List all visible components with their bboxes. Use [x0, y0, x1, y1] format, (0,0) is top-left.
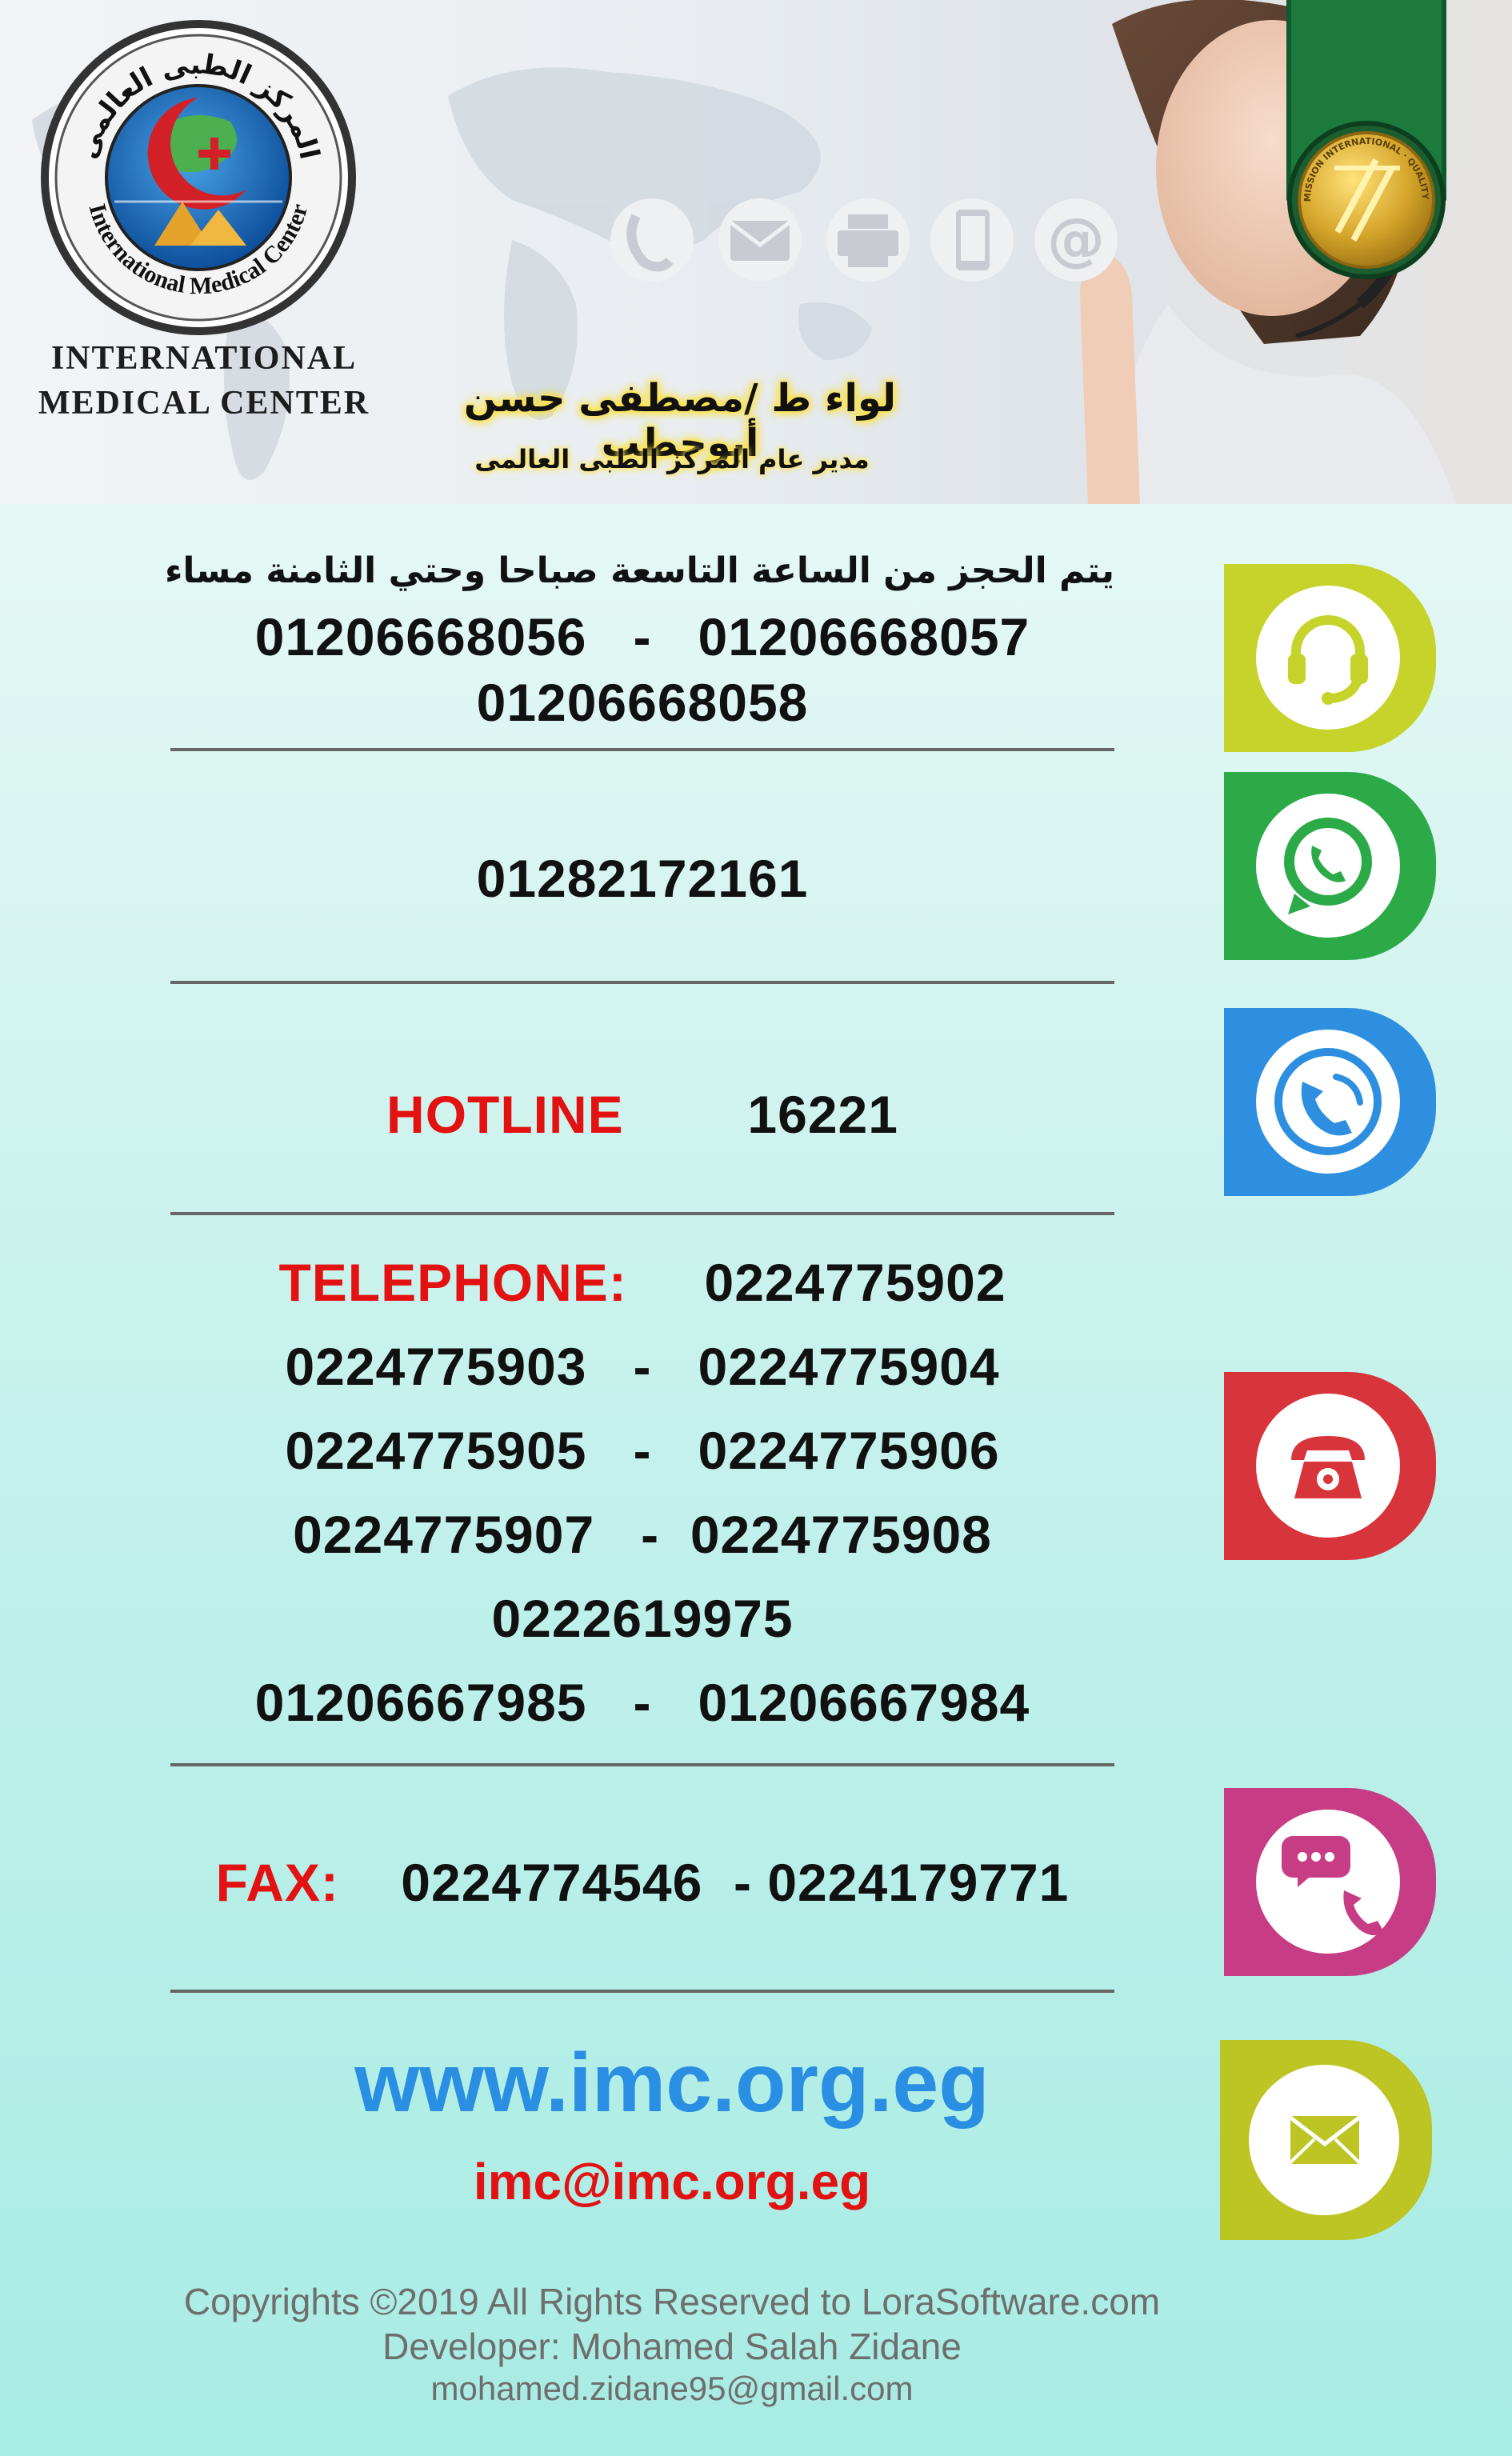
jci-accreditation-badge: JOINT COMMISSION INTERNATIONAL · QUALITY… — [1280, 0, 1446, 279]
developer-email[interactable]: mohamed.zidane95@gmail.com — [0, 2370, 1344, 2408]
phone-call-icon[interactable] — [1224, 1008, 1436, 1196]
telephone-line[interactable]: 01206667985 - 01206667984 — [170, 1672, 1114, 1733]
divider — [170, 1212, 1114, 1215]
org-name-line1: INTERNATIONAL — [50, 340, 358, 377]
divider — [170, 748, 1114, 751]
divider — [170, 981, 1114, 984]
booking-hours-text: يتم الحجز من الساعة التاسعة صباحا وحتي ا… — [164, 550, 1114, 591]
header-contact-icons: @ — [610, 198, 1118, 282]
fax-label: FAX: — [215, 1853, 339, 1912]
copyright-text: Copyrights ©2019 All Rights Reserved to … — [183, 2281, 1161, 2322]
imc-logo: المركز الطبى العالمى International Medic… — [41, 20, 356, 335]
whatsapp-number[interactable]: 01282172161 — [170, 848, 1114, 909]
director-title: مدير عام المركز الطبى العالمى — [474, 444, 870, 474]
telephone-line[interactable]: 0224775907 - 0224775908 — [170, 1504, 1114, 1565]
telephone-line[interactable]: 0222619975 — [170, 1588, 1114, 1649]
whatsapp-icon[interactable] — [1224, 772, 1436, 960]
fax-numbers[interactable]: 0224774546 - 0224179771 — [401, 1853, 1069, 1912]
svg-text:@: @ — [1047, 206, 1105, 273]
telephone-line[interactable]: 0224775905 - 0224775906 — [170, 1420, 1114, 1481]
hotline-row: HOTLINE 16221 — [170, 1084, 1114, 1145]
org-name-line2: MEDICAL CENTER — [38, 385, 370, 422]
divider — [170, 1763, 1114, 1766]
printer-icon — [826, 198, 910, 282]
website-link[interactable]: www.imc.org.eg — [120, 2036, 1224, 2131]
developer-credit: Developer: Mohamed Salah Zidane — [382, 2326, 962, 2367]
phone-icon — [610, 198, 694, 282]
header-banner: @ المركز الطبى العالمى International Med… — [0, 0, 1512, 504]
telephone-row: TELEPHONE: 0224775902 — [170, 1252, 1114, 1313]
telephone-line[interactable]: 0224775903 - 0224775904 — [170, 1336, 1114, 1397]
organization-name: INTERNATIONAL MEDICAL CENTER — [16, 336, 392, 426]
booking-phone-line1[interactable]: 01206668056 - 01206668057 — [170, 606, 1114, 667]
hotline-number[interactable]: 16221 — [747, 1085, 898, 1144]
email-link[interactable]: imc@imc.org.eg — [120, 2152, 1224, 2211]
telephone-label: TELEPHONE: — [278, 1253, 627, 1312]
hotline-label: HOTLINE — [386, 1085, 624, 1144]
fax-chat-icon[interactable] — [1224, 1788, 1436, 1976]
fax-row: FAX: 0224774546 - 0224179771 — [170, 1852, 1114, 1913]
headset-support-icon[interactable] — [1224, 564, 1436, 752]
telephone-icon[interactable] — [1224, 1372, 1436, 1560]
envelope-icon[interactable] — [1220, 2040, 1432, 2240]
at-icon: @ — [1034, 198, 1118, 282]
telephone-first-number[interactable]: 0224775902 — [704, 1253, 1006, 1312]
divider — [170, 1990, 1114, 1993]
mobile-icon — [930, 198, 1014, 282]
mail-icon — [718, 198, 802, 282]
booking-phone-line2[interactable]: 01206668058 — [170, 672, 1114, 733]
